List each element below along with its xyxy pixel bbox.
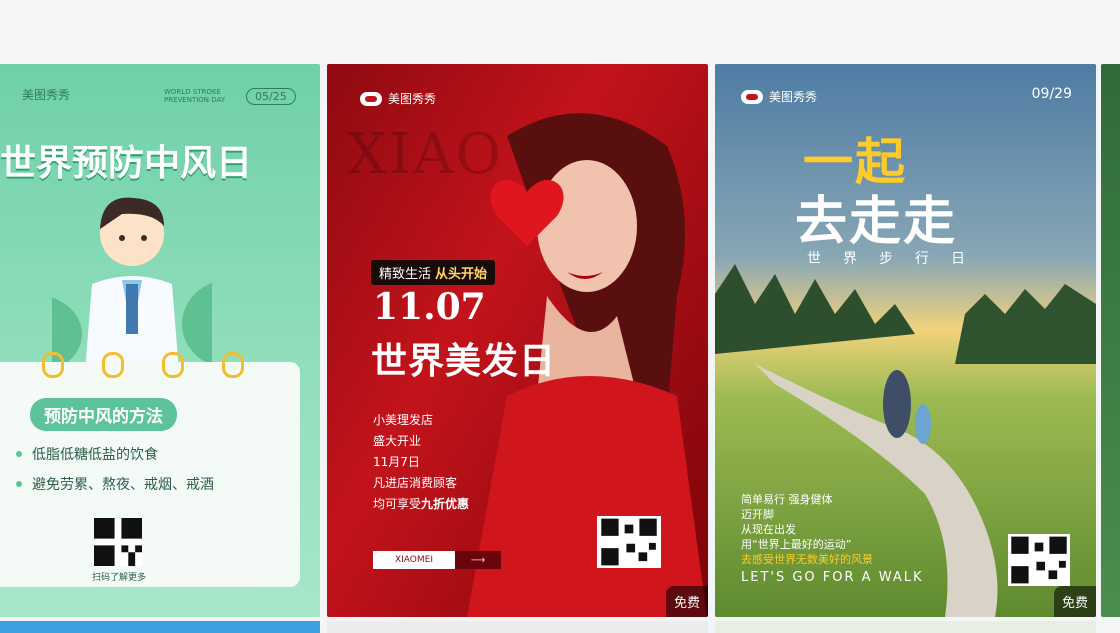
arrow-icon: ⟶ xyxy=(455,551,501,569)
brand-logo: 美图秀秀 xyxy=(360,90,436,107)
slogan-tag: 精致生活 从头开始 xyxy=(371,260,496,285)
promo-line: 小美理发店 xyxy=(373,413,434,427)
template-card-partial[interactable] xyxy=(1101,64,1120,617)
walk-slogan: LET'S GO FOR A WALK xyxy=(741,570,924,585)
qr-code-icon xyxy=(94,518,142,566)
body-line: 简单易行 强身健体 xyxy=(741,493,833,506)
section-heading: 预防中风的方法 xyxy=(30,398,177,431)
promo-line: 11月7日 xyxy=(373,455,420,469)
body-highlight: 去感受世界无数美好的风景 xyxy=(741,553,873,566)
bullet-icon xyxy=(16,451,22,457)
promo-line-a: 均可享受 xyxy=(373,497,422,511)
doctor-illustration xyxy=(52,197,212,384)
body-line: 迈开脚 xyxy=(741,508,774,521)
tips-panel: 预防中风的方法 低脂低糖低盐的饮食 避免劳累、熬夜、戒烟、戒酒 扫码了解更多 xyxy=(0,352,300,587)
next-row-card[interactable] xyxy=(327,621,708,633)
top-bar xyxy=(0,0,1120,62)
template-card-stroke-day[interactable]: 美图秀秀 WORLD STROKE PREVENTION DAY 05/25 世… xyxy=(0,64,320,617)
brand-label: 美图秀秀 xyxy=(22,88,71,102)
next-row-card[interactable] xyxy=(715,621,1096,633)
brand-label: 美图秀秀 xyxy=(388,92,437,106)
tip-text: 低脂低糖低盐的饮食 xyxy=(32,447,158,463)
date-badge: 05/25 xyxy=(246,88,296,105)
xiaomei-button: XIAOMEI ⟶ xyxy=(373,551,501,569)
poster-title-line-2: 去走走 xyxy=(795,191,958,252)
promo-line: 均可享受九折优惠 xyxy=(373,494,469,515)
tip-item: 低脂低糖低盐的饮食 xyxy=(16,444,158,464)
binder-ring xyxy=(102,352,124,378)
promo-text: 小美理发店 盛大开业 11月7日 凡进店消费顾客 均可享受九折优惠 xyxy=(373,410,469,515)
brand-logo: 美图秀秀 xyxy=(741,88,817,105)
bullet-icon xyxy=(16,481,22,487)
binder-ring xyxy=(222,352,244,378)
poster-title: 世界美发日 xyxy=(371,340,557,382)
free-badge: 免费 xyxy=(1053,586,1096,617)
template-card-hair-day[interactable]: 美图秀秀 XIAO 精致生活 从头开始 11.07 世界美发日 小美理发店 盛大开… xyxy=(327,64,708,617)
poster-subtitle: 世界步行日 xyxy=(807,251,987,267)
tip-item: 避免劳累、熬夜、戒烟、戒酒 xyxy=(16,474,214,494)
qr-caption: 扫码了解更多 xyxy=(92,573,147,583)
meitu-logo-icon xyxy=(360,91,382,106)
promo-line: 凡进店消费顾客 xyxy=(373,476,458,490)
tip-text: 避免劳累、熬夜、戒烟、戒酒 xyxy=(32,477,214,493)
qr-code-icon xyxy=(1008,534,1070,586)
qr-code-icon xyxy=(597,516,661,568)
body-line: 用“世界上最好的运动” xyxy=(741,538,852,551)
button-label: XIAOMEI xyxy=(373,551,455,569)
promo-line-b: 九折优惠 xyxy=(421,497,470,511)
slogan-b: 从头开始 xyxy=(435,267,488,282)
binder-ring xyxy=(42,352,64,378)
poster-date: 11.07 xyxy=(373,286,486,328)
free-badge: 免费 xyxy=(665,586,708,617)
binder-ring xyxy=(162,352,184,378)
poster-date: 09/29 xyxy=(1031,86,1072,102)
event-english-label: WORLD STROKE PREVENTION DAY xyxy=(164,88,226,104)
promo-line: 盛大开业 xyxy=(373,434,422,448)
body-text: 简单易行 强身健体 迈开脚 从现在出发 用“世界上最好的运动” 去感受世界无数美… xyxy=(741,492,873,567)
meitu-logo-icon xyxy=(741,89,763,104)
template-card-walk-day[interactable]: 美图秀秀 09/29 一起 去走走 世界步行日 简单易行 强身健体 迈开脚 从现… xyxy=(715,64,1096,617)
body-line: 从现在出发 xyxy=(741,523,796,536)
brand-label: 美图秀秀 xyxy=(769,90,818,104)
poster-title: 世界预防中风日 xyxy=(0,143,253,184)
slogan-a: 精致生活 xyxy=(379,267,432,282)
next-row-card[interactable] xyxy=(0,621,320,633)
